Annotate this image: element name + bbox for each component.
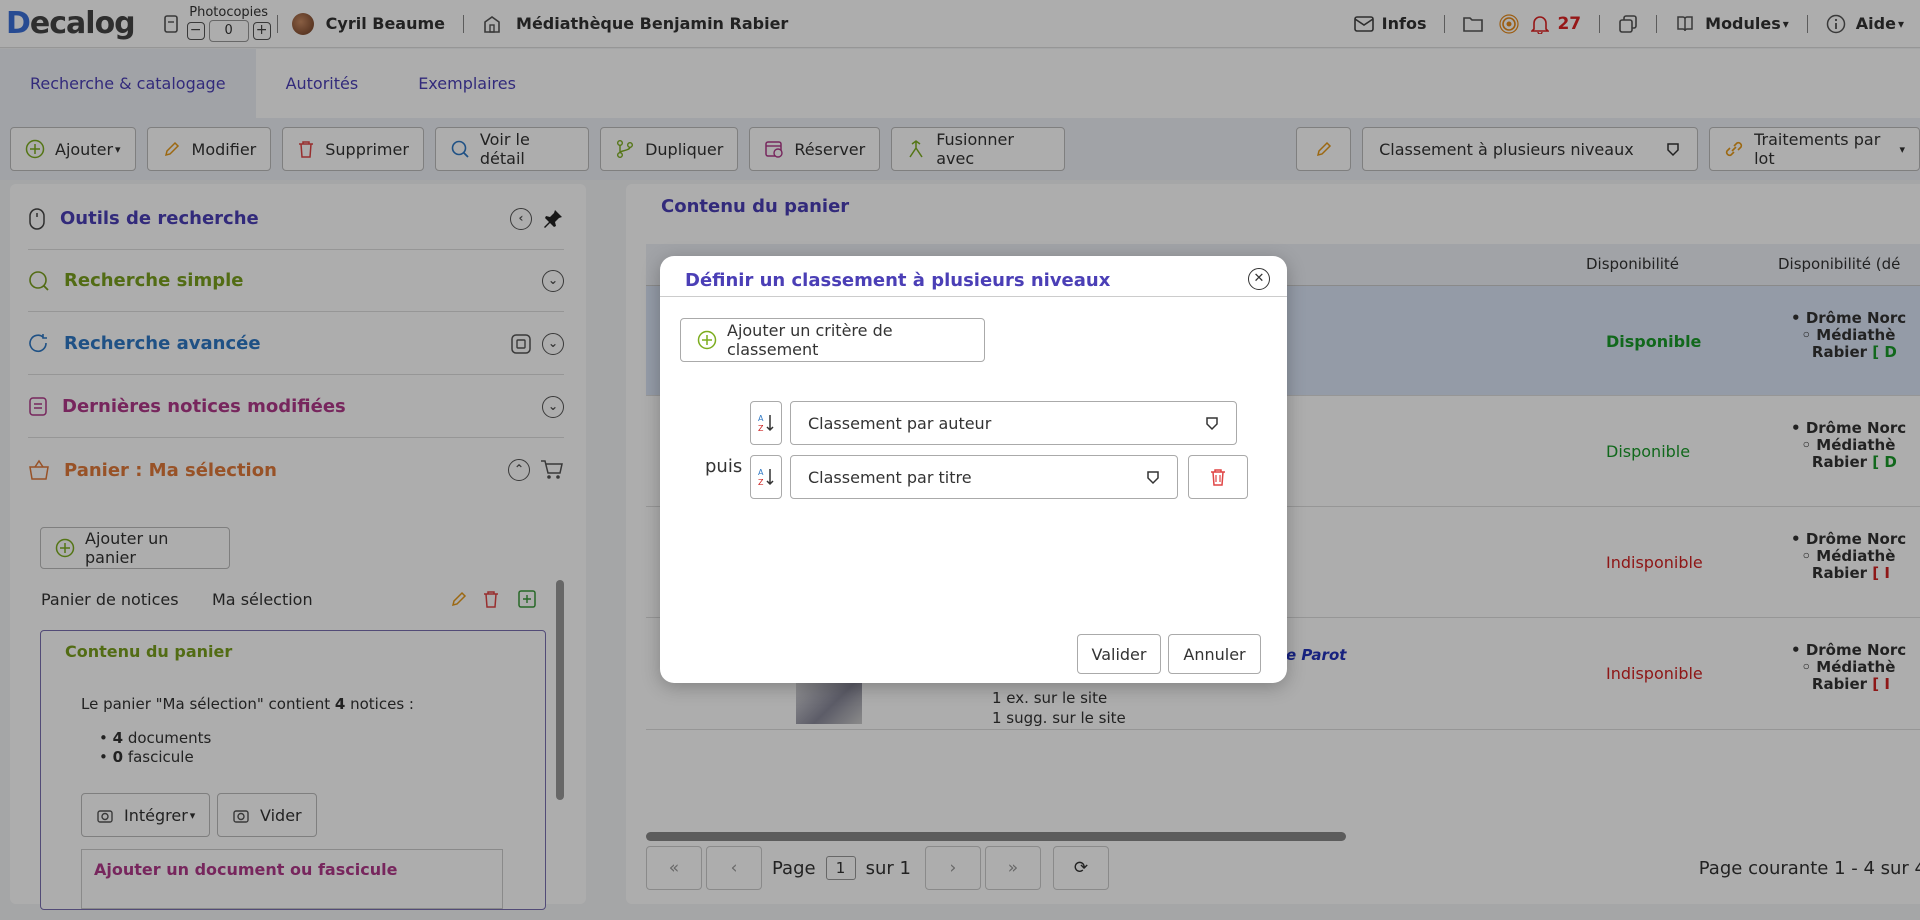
sort-az-icon: AZ [757, 412, 775, 434]
chevron-down-icon [1204, 415, 1220, 431]
dialog-title: Définir un classement à plusieurs niveau… [685, 270, 1111, 291]
svg-text:Z: Z [758, 424, 764, 433]
sort-criterion-select-2[interactable]: Classement par titre [790, 455, 1178, 499]
then-label: puis [705, 456, 743, 477]
trash-icon [1209, 467, 1227, 487]
multi-level-sort-dialog: Définir un classement à plusieurs niveau… [660, 256, 1287, 683]
sort-az-icon: AZ [757, 466, 775, 488]
add-sort-criterion-button[interactable]: Ajouter un critère de classement [680, 318, 985, 362]
sort-criterion-select-1[interactable]: Classement par auteur [790, 401, 1237, 445]
svg-text:A: A [758, 468, 764, 477]
svg-text:Z: Z [758, 478, 764, 487]
remove-criterion-button[interactable] [1188, 455, 1248, 499]
close-icon[interactable]: ✕ [1248, 268, 1270, 290]
validate-button[interactable]: Valider [1077, 634, 1161, 674]
chevron-down-icon [1145, 469, 1161, 485]
plus-circle-icon [697, 330, 717, 350]
sort-order-toggle[interactable]: AZ [750, 455, 782, 499]
sort-order-toggle[interactable]: AZ [750, 401, 782, 445]
cancel-button[interactable]: Annuler [1168, 634, 1261, 674]
svg-text:A: A [758, 414, 764, 423]
